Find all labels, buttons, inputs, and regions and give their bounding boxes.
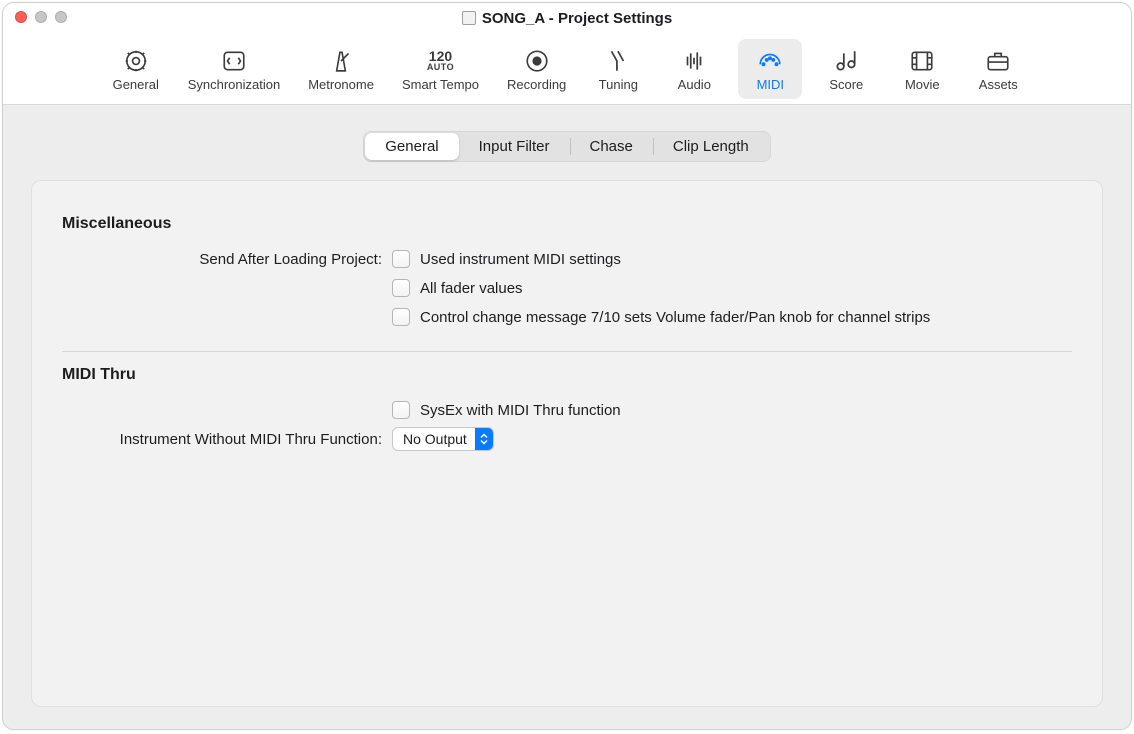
title-text: SONG_A - Project Settings	[482, 10, 672, 27]
subtab-clip-length[interactable]: Clip Length	[653, 133, 769, 160]
tuning-fork-icon	[604, 47, 632, 75]
checkbox-label: Control change message 7/10 sets Volume …	[420, 309, 930, 326]
checkbox-cc7-10[interactable]	[392, 308, 410, 326]
titlebar: SONG_A - Project Settings	[3, 3, 1131, 33]
row-send-after-3: Control change message 7/10 sets Volume …	[62, 305, 1072, 329]
tab-label: Synchronization	[188, 77, 281, 92]
instrument-label: Instrument Without MIDI Thru Function:	[62, 431, 392, 448]
close-button[interactable]	[15, 11, 27, 23]
tab-recording[interactable]: Recording	[499, 39, 574, 99]
tab-label: MIDI	[757, 77, 784, 92]
row-instrument-without: Instrument Without MIDI Thru Function: N…	[62, 427, 1072, 451]
tab-label: Recording	[507, 77, 566, 92]
row-sysex: SysEx with MIDI Thru function	[62, 398, 1072, 422]
tab-general[interactable]: General	[104, 39, 168, 99]
metronome-icon	[327, 47, 355, 75]
stepper-arrows-icon	[475, 428, 493, 450]
tab-tuning[interactable]: Tuning	[586, 39, 650, 99]
tab-label: General	[113, 77, 159, 92]
tab-label: Metronome	[308, 77, 374, 92]
checkbox-label: SysEx with MIDI Thru function	[420, 402, 621, 419]
briefcase-icon	[984, 47, 1012, 75]
tab-label: Assets	[979, 77, 1018, 92]
traffic-lights	[15, 11, 67, 23]
misc-title: Miscellaneous	[62, 215, 1072, 233]
project-settings-window: SONG_A - Project Settings General Synchr	[2, 2, 1132, 730]
midi-subtabs: General Input Filter Chase Clip Length	[363, 131, 771, 162]
minimize-button[interactable]	[35, 11, 47, 23]
tab-label: Audio	[678, 77, 711, 92]
tab-metronome[interactable]: Metronome	[300, 39, 382, 99]
toolbar: General Synchronization Metronome	[3, 33, 1131, 105]
smart-tempo-icon: 120 AUTO	[426, 47, 454, 75]
checkbox-label: Used instrument MIDI settings	[420, 251, 621, 268]
divider	[62, 351, 1072, 352]
subtab-chase[interactable]: Chase	[570, 133, 653, 160]
tab-audio[interactable]: Audio	[662, 39, 726, 99]
checkbox-label: All fader values	[420, 280, 523, 297]
subtab-input-filter[interactable]: Input Filter	[459, 133, 570, 160]
checkbox-used-instrument[interactable]	[392, 250, 410, 268]
content-area: General Input Filter Chase Clip Length M…	[3, 105, 1131, 729]
zoom-button[interactable]	[55, 11, 67, 23]
tab-movie[interactable]: Movie	[890, 39, 954, 99]
gear-icon	[122, 47, 150, 75]
window-title: SONG_A - Project Settings	[462, 10, 672, 27]
sync-icon	[220, 47, 248, 75]
checkbox-all-fader[interactable]	[392, 279, 410, 297]
select-value: No Output	[403, 431, 475, 447]
midithru-title: MIDI Thru	[62, 366, 1072, 384]
settings-panel: Miscellaneous Send After Loading Project…	[31, 180, 1103, 707]
tab-assets[interactable]: Assets	[966, 39, 1030, 99]
row-send-after-2: All fader values	[62, 276, 1072, 300]
score-icon	[832, 47, 860, 75]
send-after-label: Send After Loading Project:	[62, 251, 392, 268]
tab-label: Movie	[905, 77, 940, 92]
row-send-after-1: Send After Loading Project: Used instrum…	[62, 247, 1072, 271]
document-proxy-icon[interactable]	[462, 11, 476, 25]
tab-synchronization[interactable]: Synchronization	[180, 39, 289, 99]
instrument-select[interactable]: No Output	[392, 427, 494, 451]
tab-label: Smart Tempo	[402, 77, 479, 92]
record-icon	[523, 47, 551, 75]
subtab-general[interactable]: General	[365, 133, 458, 160]
midi-icon	[756, 47, 784, 75]
tab-label: Score	[829, 77, 863, 92]
tab-score[interactable]: Score	[814, 39, 878, 99]
tab-midi[interactable]: MIDI	[738, 39, 802, 99]
tab-label: Tuning	[599, 77, 638, 92]
waveform-icon	[680, 47, 708, 75]
tab-smart-tempo[interactable]: 120 AUTO Smart Tempo	[394, 39, 487, 99]
film-icon	[908, 47, 936, 75]
checkbox-sysex[interactable]	[392, 401, 410, 419]
